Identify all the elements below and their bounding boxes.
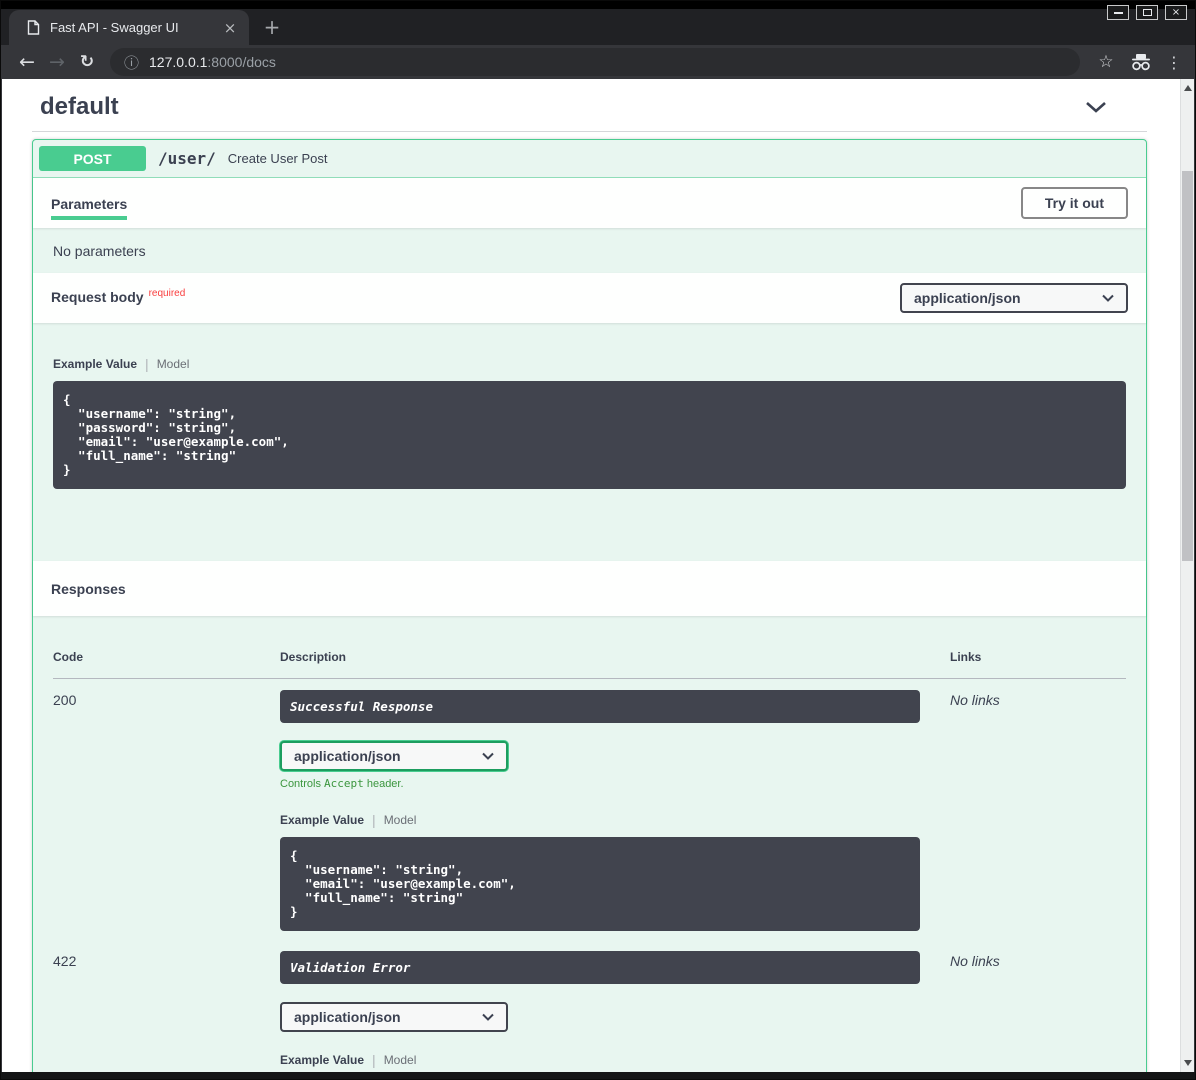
request-example-code: { "username": "string", "password": "str…	[53, 381, 1126, 489]
response-description-bar: Validation Error	[280, 951, 920, 984]
back-icon[interactable]: ←	[12, 53, 42, 72]
chevron-down-icon[interactable]	[1085, 101, 1107, 113]
browser-toolbar: ← → ↻ ⓘ 127.0.0.1 :8000/docs ☆ ⋮	[2, 45, 1194, 79]
column-links: Links	[950, 650, 1126, 664]
tab-model[interactable]: Model	[157, 357, 190, 371]
tag-section-title: default	[40, 93, 119, 121]
request-body-header: Request body required application/json	[33, 273, 1146, 323]
address-bar[interactable]: ⓘ 127.0.0.1 :8000/docs	[110, 48, 1080, 76]
model-example-tabs: Example Value | Model	[280, 812, 950, 828]
column-code: Code	[53, 650, 280, 664]
reload-icon[interactable]: ↻	[72, 54, 102, 71]
minimize-icon	[1114, 12, 1123, 14]
bookmark-star-icon[interactable]: ☆	[1094, 52, 1118, 72]
request-body-section: Example Value | Model { "username": "str…	[33, 323, 1146, 561]
column-description: Description	[280, 650, 950, 664]
request-media-type-value: application/json	[914, 290, 1021, 306]
tab-model[interactable]: Model	[384, 813, 417, 827]
response-description-cell: Successful Response application/json Con…	[280, 690, 950, 931]
try-it-out-button[interactable]: Try it out	[1021, 187, 1128, 219]
note-suffix: header.	[364, 778, 404, 790]
response-description-cell: Validation Error application/json Exampl…	[280, 951, 950, 1072]
response-row-200: 200 Successful Response application/json…	[53, 679, 1126, 931]
tab-model[interactable]: Model	[384, 1053, 417, 1067]
browser-tab[interactable]: Fast API - Swagger UI ×	[9, 10, 249, 45]
chevron-down-icon	[482, 752, 494, 760]
request-body-title: Request body	[51, 289, 144, 305]
no-parameters-text: No parameters	[33, 228, 1146, 273]
response-description-bar: Successful Response	[280, 690, 920, 723]
url-path: :8000/docs	[207, 54, 276, 70]
response-links: No links	[950, 690, 1126, 931]
active-tab-underline	[51, 216, 127, 220]
required-badge: required	[149, 288, 186, 299]
response-links: No links	[950, 951, 1126, 1072]
parameters-header: Parameters Try it out	[33, 178, 1146, 228]
responses-table-head: Code Description Links	[53, 650, 1126, 679]
site-info-icon[interactable]: ⓘ	[124, 52, 139, 73]
response-example-code: { "username": "string", "email": "user@e…	[280, 837, 920, 931]
operation-summary[interactable]: POST /user/ Create User Post	[33, 140, 1146, 178]
vertical-scrollbar[interactable]	[1180, 79, 1194, 1072]
tab-title: Fast API - Swagger UI	[50, 20, 221, 35]
response-row-422: 422 Validation Error application/json Ex…	[53, 931, 1126, 1072]
window-controls: ×	[1107, 5, 1187, 20]
tab-example-value[interactable]: Example Value	[280, 1053, 364, 1067]
request-media-type-select[interactable]: application/json	[900, 283, 1128, 313]
new-tab-button[interactable]: +	[259, 14, 285, 40]
scroll-up-icon[interactable]	[1184, 85, 1192, 91]
response-code: 200	[53, 690, 280, 931]
response-code: 422	[53, 951, 280, 1072]
parameters-label: Parameters	[51, 196, 127, 212]
browser-menu-icon[interactable]: ⋮	[1164, 53, 1184, 72]
tab-example-value[interactable]: Example Value	[280, 813, 364, 827]
forward-icon[interactable]: →	[42, 53, 72, 72]
url-host: 127.0.0.1	[149, 54, 207, 70]
tab-separator: |	[372, 1052, 376, 1068]
minimize-button[interactable]	[1107, 5, 1129, 20]
tab-close-icon[interactable]: ×	[221, 19, 239, 37]
scrollbar-thumb[interactable]	[1182, 171, 1193, 561]
responses-table: Code Description Links 200 Successful Re…	[33, 616, 1146, 1072]
model-example-tabs: Example Value | Model	[53, 356, 1126, 372]
method-badge: POST	[39, 146, 146, 171]
page-favicon-icon	[27, 20, 40, 35]
media-type-value: application/json	[294, 1009, 401, 1025]
chevron-down-icon	[1102, 294, 1114, 302]
tab-separator: |	[145, 356, 149, 372]
page-content: default POST /user/ Create User Post Par…	[2, 79, 1180, 1072]
accept-media-type-value: application/json	[294, 748, 401, 764]
window-bottom-edge	[1, 1072, 1195, 1079]
toolbar-actions: ☆ ⋮	[1094, 52, 1184, 72]
scroll-down-icon[interactable]	[1184, 1060, 1192, 1066]
operation-summary-text: Create User Post	[228, 151, 328, 166]
model-example-tabs: Example Value | Model	[280, 1052, 950, 1068]
tab-separator: |	[372, 812, 376, 828]
incognito-icon	[1128, 54, 1154, 71]
note-prefix: Controls	[280, 778, 324, 790]
tab-parameters[interactable]: Parameters	[51, 180, 127, 226]
accept-header-note: Controls Accept header.	[280, 777, 950, 790]
close-button[interactable]: ×	[1165, 5, 1187, 20]
note-accept-code: Accept	[324, 777, 364, 790]
maximize-button[interactable]	[1136, 5, 1158, 20]
tab-strip: Fast API - Swagger UI × + ×	[1, 1, 1195, 45]
spacer	[53, 489, 1126, 561]
browser-window: Fast API - Swagger UI × + × ← → ↻ ⓘ 127.…	[0, 0, 1196, 1080]
chevron-down-icon	[482, 1013, 494, 1021]
media-type-select[interactable]: application/json	[280, 1002, 508, 1032]
operation-path: /user/	[158, 149, 216, 168]
maximize-icon	[1143, 9, 1152, 16]
accept-media-type-select[interactable]: application/json	[280, 741, 508, 771]
opblock-post-user: POST /user/ Create User Post Parameters …	[32, 139, 1147, 1072]
responses-title: Responses	[51, 581, 126, 597]
responses-header: Responses	[33, 561, 1146, 616]
tag-section-header[interactable]: default	[32, 91, 1147, 132]
tab-example-value[interactable]: Example Value	[53, 357, 137, 371]
